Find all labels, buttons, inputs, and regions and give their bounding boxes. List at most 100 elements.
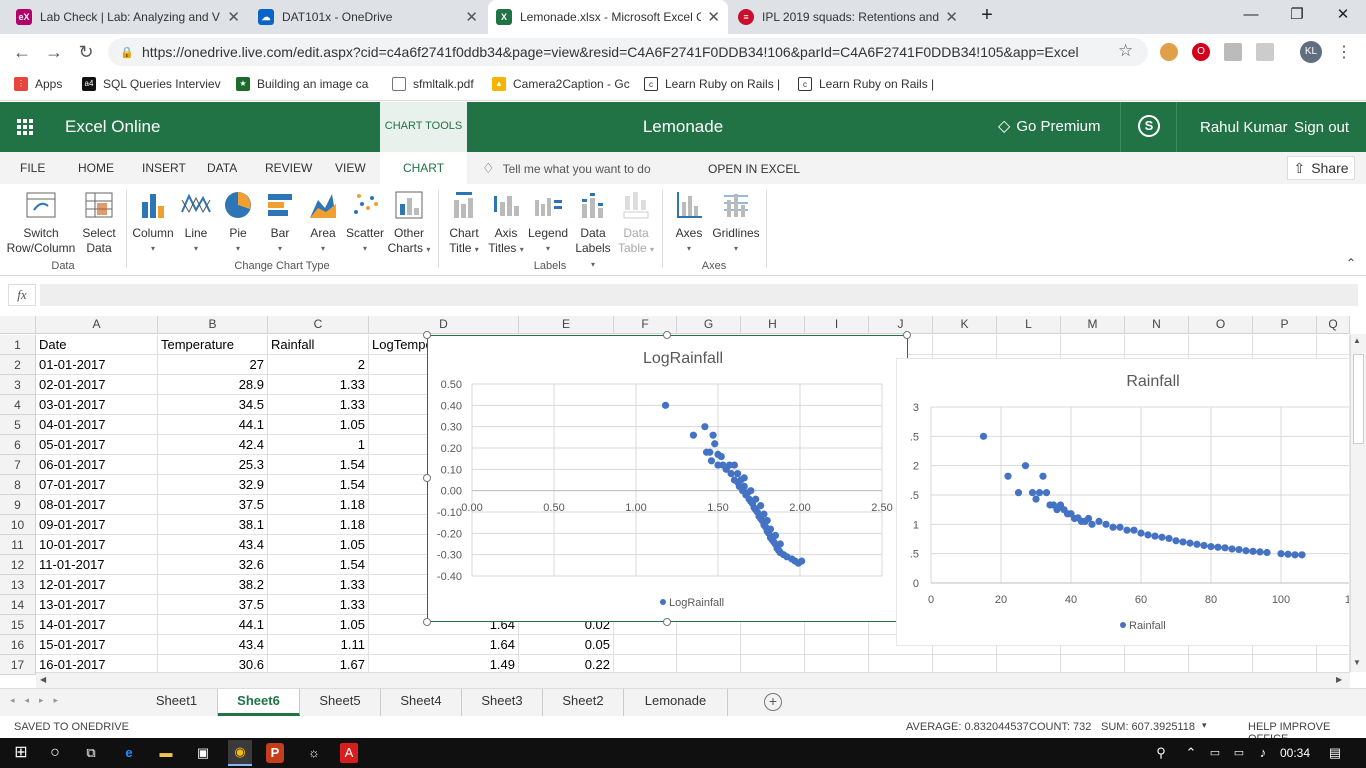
column-header[interactable]: M [1061, 316, 1125, 334]
cell[interactable] [1189, 335, 1253, 355]
column-header[interactable]: O [1189, 316, 1253, 334]
cell[interactable]: 1.33 [268, 575, 369, 595]
column-header[interactable]: K [933, 316, 997, 334]
url-bar[interactable]: 🔒 https://onedrive.live.com/edit.aspx?ci… [108, 38, 1148, 66]
column-header[interactable]: G [677, 316, 741, 334]
cell[interactable]: 04-01-2017 [36, 415, 158, 435]
open-in-excel-button[interactable]: OPEN IN EXCEL [708, 162, 800, 176]
bookmark-sfml[interactable]: sfmltalk.pdf [392, 77, 474, 91]
chart-title-button[interactable]: Chart Title ▾ [444, 188, 484, 257]
cell[interactable]: 1.64 [369, 635, 519, 655]
cell[interactable]: Date [36, 335, 158, 355]
other-charts-button[interactable]: Other Charts ▾ [386, 188, 432, 257]
cell[interactable]: 1 [268, 435, 369, 455]
cell[interactable]: 07-01-2017 [36, 475, 158, 495]
status-dropdown-icon[interactable]: ▾ [1202, 720, 1207, 731]
line-chart-button[interactable]: Line ▾ [176, 188, 216, 256]
data-table-button[interactable]: Data Table ▾ [616, 188, 656, 257]
rainfall-chart[interactable]: Rainfall 3 .5 2 .5 1 .5 00 20 40 60 80 100 12 Rainfall [896, 358, 1357, 646]
formula-input[interactable] [40, 284, 1358, 306]
cell[interactable]: 27 [158, 355, 268, 375]
cell[interactable]: 01-01-2017 [36, 355, 158, 375]
column-header[interactable]: L [997, 316, 1061, 334]
cell[interactable]: 1.33 [268, 595, 369, 615]
cell[interactable]: 1.33 [268, 375, 369, 395]
row-header[interactable]: 3 [0, 375, 36, 395]
cell[interactable]: 05-01-2017 [36, 435, 158, 455]
store-icon[interactable]: ▣ [192, 743, 214, 763]
cell[interactable]: 1.11 [268, 635, 369, 655]
add-sheet-icon[interactable]: + [764, 693, 782, 711]
scroll-left-icon[interactable]: ◀ [40, 675, 46, 684]
cell[interactable]: 38.2 [158, 575, 268, 595]
cell[interactable]: 1.18 [268, 515, 369, 535]
close-window-button[interactable]: ✕ [1320, 0, 1366, 32]
column-header[interactable]: D [369, 316, 519, 334]
cell[interactable] [933, 335, 997, 355]
resize-handle[interactable] [903, 331, 911, 339]
cell[interactable]: 1.05 [268, 615, 369, 635]
cell[interactable]: 08-01-2017 [36, 495, 158, 515]
cell[interactable]: 32.9 [158, 475, 268, 495]
tab-review[interactable]: REVIEW [265, 161, 312, 175]
column-header[interactable]: A [36, 316, 158, 334]
edge-icon[interactable]: e [118, 743, 140, 763]
volume-icon[interactable]: ♪ [1252, 743, 1274, 763]
pdf-extension-icon[interactable] [1256, 43, 1274, 61]
cell[interactable]: 37.5 [158, 595, 268, 615]
cell[interactable]: 1.54 [268, 555, 369, 575]
sheet-nav-icons[interactable]: ◂◂▸▸ [10, 695, 68, 706]
cell[interactable]: 14-01-2017 [36, 615, 158, 635]
row-header[interactable]: 2 [0, 355, 36, 375]
cell[interactable] [1253, 335, 1317, 355]
row-header[interactable]: 4 [0, 395, 36, 415]
column-header[interactable]: Q [1317, 316, 1350, 334]
browser-tab-edx[interactable]: eX Lab Check | Lab: Analyzing and V ✕ [8, 0, 248, 34]
user-name[interactable]: Rahul Kumar [1200, 119, 1288, 136]
resize-handle[interactable] [423, 618, 431, 626]
column-header[interactable]: C [268, 316, 369, 334]
row-header[interactable]: 1 [0, 335, 36, 355]
cell[interactable]: 0.05 [519, 635, 614, 655]
bookmark-image[interactable]: ★ Building an image ca [236, 77, 368, 91]
row-header[interactable]: 12 [0, 555, 36, 575]
skype-icon[interactable]: S [1138, 115, 1160, 137]
tab-data[interactable]: DATA [207, 161, 237, 175]
cell[interactable]: 44.1 [158, 615, 268, 635]
browser-tab-onedrive[interactable]: ☁ DAT101x - OneDrive ✕ [250, 0, 486, 34]
column-header[interactable]: B [158, 316, 268, 334]
cell[interactable]: 1.05 [268, 535, 369, 555]
row-header[interactable]: 11 [0, 535, 36, 555]
cell[interactable]: 44.1 [158, 415, 268, 435]
bar-chart-button[interactable]: Bar ▾ [260, 188, 300, 256]
browser-tab-ipl[interactable]: ≡ IPL 2019 squads: Retentions and ✕ [730, 0, 966, 34]
network-icon[interactable]: ▭ [1228, 743, 1250, 763]
column-header[interactable]: E [519, 316, 614, 334]
cell[interactable] [1125, 335, 1189, 355]
avatar[interactable]: KL [1300, 41, 1322, 63]
bookmark-sql[interactable]: a4 SQL Queries Interviev [82, 77, 221, 91]
bookmark-ruby-2[interactable]: c Learn Ruby on Rails | [798, 77, 934, 91]
bookmark-camera2caption[interactable]: ▲ Camera2Caption - Gc [492, 77, 630, 91]
battery-icon[interactable]: ▭ [1204, 743, 1226, 763]
tab-view[interactable]: VIEW [335, 161, 366, 175]
scrollbar-thumb[interactable] [1353, 354, 1364, 444]
sign-out-link[interactable]: Sign out [1294, 119, 1349, 136]
cell[interactable]: 25.3 [158, 455, 268, 475]
cell[interactable]: 12-01-2017 [36, 575, 158, 595]
close-icon[interactable]: ✕ [707, 8, 720, 26]
cell[interactable] [741, 635, 805, 655]
select-all-corner[interactable] [0, 316, 36, 334]
app-name[interactable]: Excel Online [65, 117, 160, 137]
windows-start-icon[interactable]: ⊞ [10, 743, 32, 763]
horizontal-scrollbar[interactable]: ◀ ▶ [36, 672, 1350, 688]
cell[interactable] [677, 635, 741, 655]
cell[interactable]: 42.4 [158, 435, 268, 455]
cell[interactable]: 2 [268, 355, 369, 375]
tab-insert[interactable]: INSERT [142, 161, 186, 175]
cell[interactable]: 10-01-2017 [36, 535, 158, 555]
cell[interactable]: 11-01-2017 [36, 555, 158, 575]
close-icon[interactable]: ✕ [227, 8, 240, 26]
row-header[interactable]: 16 [0, 635, 36, 655]
axis-titles-button[interactable]: Axis Titles ▾ [486, 188, 526, 257]
